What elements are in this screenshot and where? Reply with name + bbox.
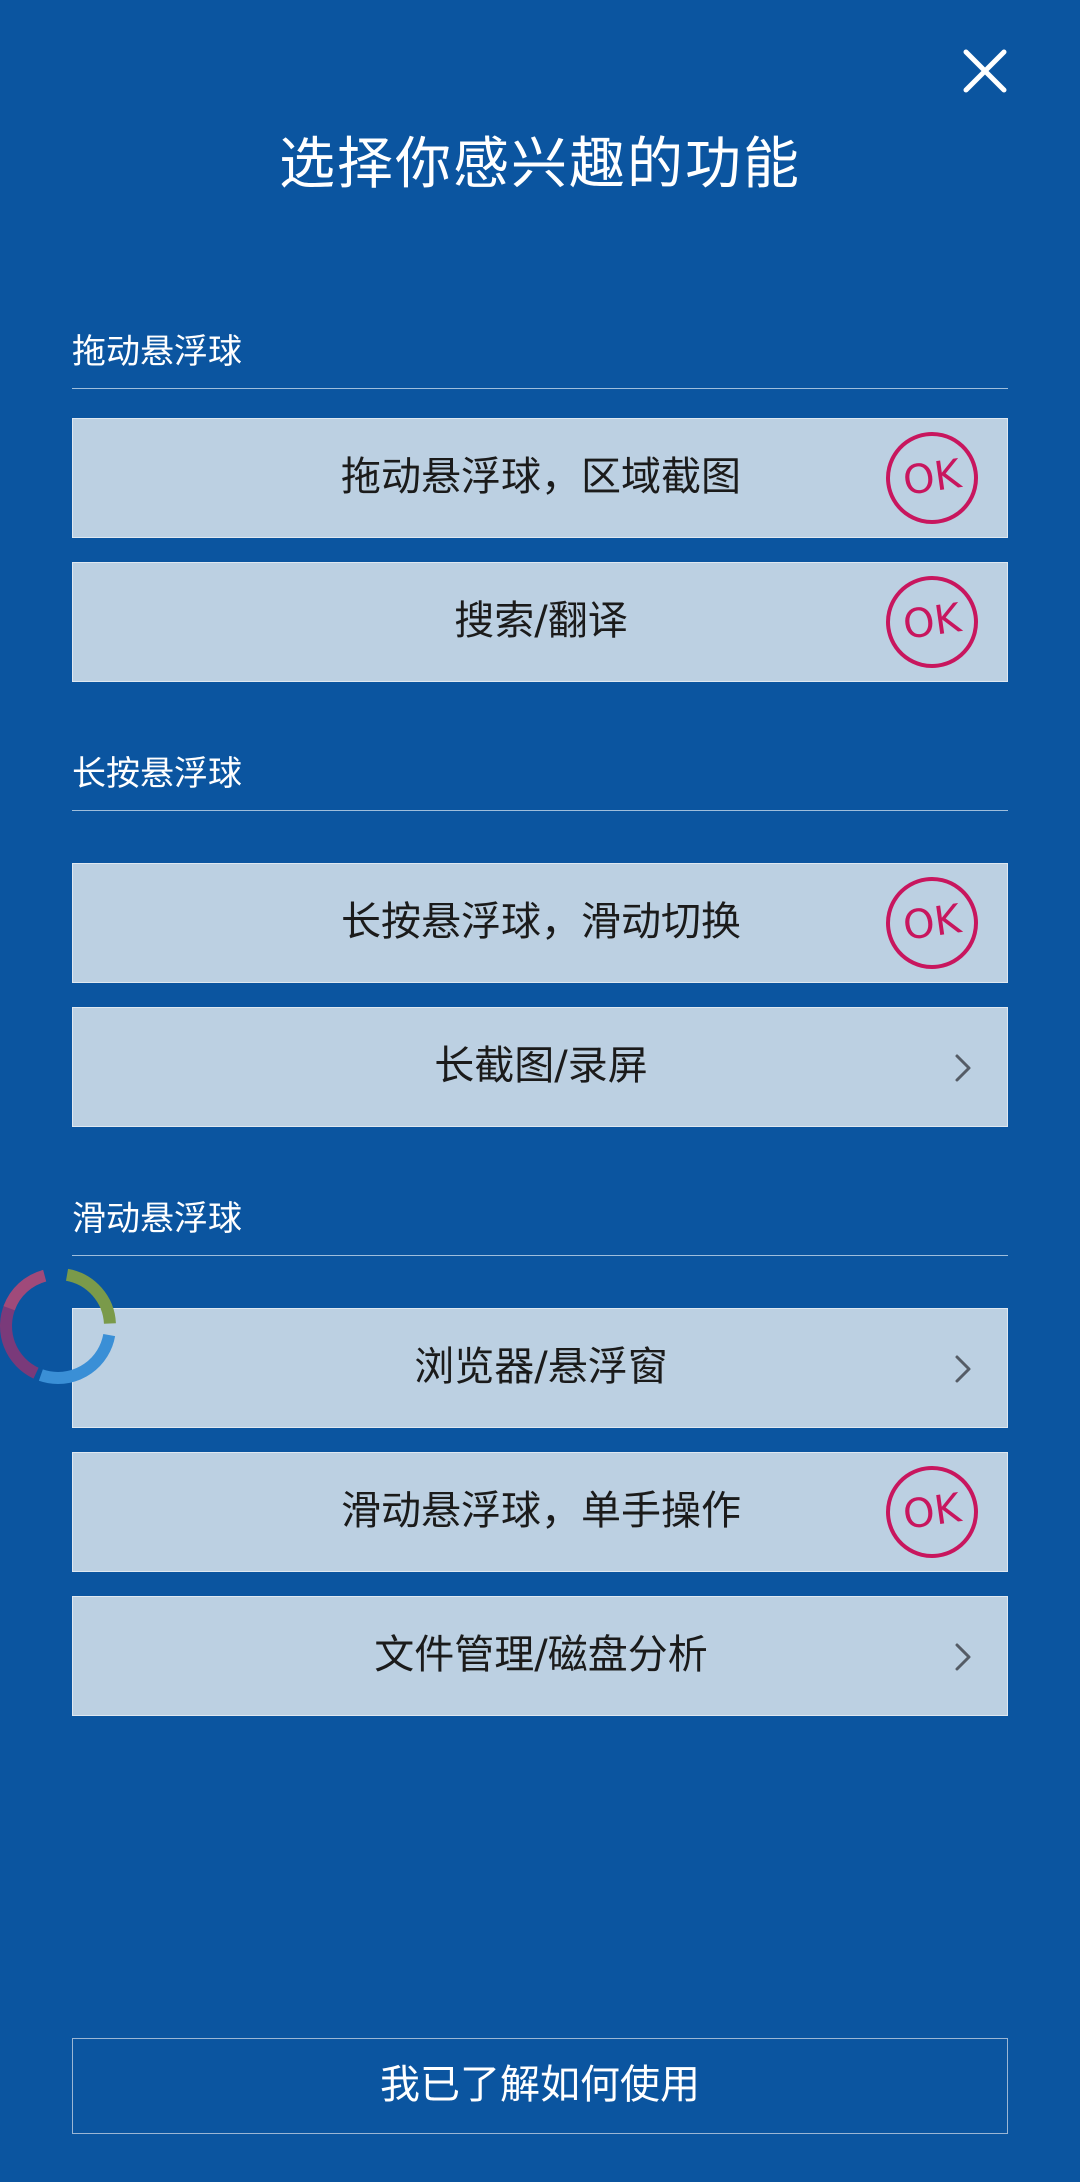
feature-label: 长截图/录屏: [434, 1043, 648, 1089]
section-header-drag: 拖动悬浮球: [72, 326, 1008, 389]
feature-card-longpress-switch[interactable]: 长按悬浮球，滑动切换 OK: [72, 863, 1008, 983]
section-header-label: 滑动悬浮球: [72, 1199, 242, 1239]
section-header-swipe: 滑动悬浮球: [72, 1193, 1008, 1256]
feature-card-drag-screenshot[interactable]: 拖动悬浮球，区域截图 OK: [72, 418, 1008, 538]
feature-label: 长按悬浮球，滑动切换: [341, 899, 741, 945]
chevron-right-icon: [955, 1643, 971, 1671]
confirm-understood-button[interactable]: 我已了解如何使用: [72, 2038, 1008, 2134]
chevron-right-icon: [955, 1355, 971, 1383]
section-header-label: 长按悬浮球: [72, 754, 242, 794]
feature-card-browser-window[interactable]: 浏览器/悬浮窗: [72, 1308, 1008, 1428]
feature-label: 拖动悬浮球，区域截图: [341, 454, 741, 500]
page-title: 选择你感兴趣的功能: [279, 132, 801, 197]
floating-ball-icon[interactable]: [0, 1258, 126, 1394]
section-header-longpress: 长按悬浮球: [72, 748, 1008, 811]
feature-card-long-screenshot[interactable]: 长截图/录屏: [72, 1007, 1008, 1127]
feature-label: 文件管理/磁盘分析: [374, 1632, 708, 1678]
feature-card-one-hand[interactable]: 滑动悬浮球，单手操作 OK: [72, 1452, 1008, 1572]
chevron-right-icon: [955, 1054, 971, 1082]
close-icon: [963, 49, 1007, 93]
feature-card-file-manager[interactable]: 文件管理/磁盘分析: [72, 1596, 1008, 1716]
feature-label: 浏览器/悬浮窗: [414, 1344, 668, 1390]
feature-card-search-translate[interactable]: 搜索/翻译 OK: [72, 562, 1008, 682]
close-button[interactable]: [960, 46, 1010, 96]
feature-label: 滑动悬浮球，单手操作: [341, 1488, 741, 1534]
feature-label: 搜索/翻译: [454, 598, 628, 644]
section-header-label: 拖动悬浮球: [72, 332, 242, 372]
